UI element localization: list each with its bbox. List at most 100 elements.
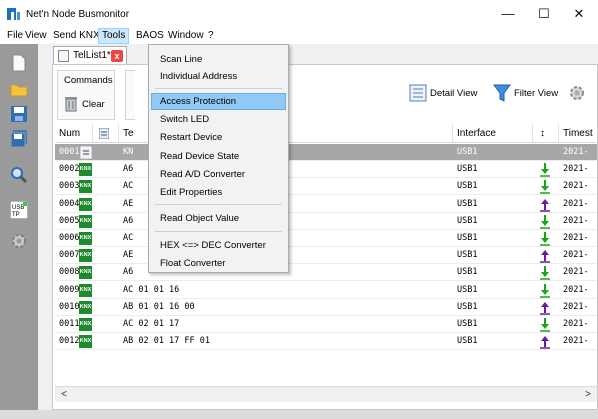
menu-baos[interactable]: BAOS [133,28,167,44]
table-row[interactable]: 0012 KNX AB 02 01 17 FF 01 USB1 2021- [55,333,597,351]
table-row[interactable]: 0005 KNX A6 USB1 2021- [55,213,597,230]
menu-item-read-object-value[interactable]: Read Object Value [151,210,286,227]
close-window-button[interactable]: ✕ [562,4,596,24]
table-row[interactable]: 0006 KNX AC USB1 2021- [55,230,597,247]
row-telegram: AB 01 01 16 00 [123,301,195,312]
table-row[interactable]: 0004 KNX AE USB1 2021- [55,196,597,213]
menu-item-read-ad-converter[interactable]: Read A/D Converter [151,166,286,183]
knx-telegram-icon: KNX [79,335,92,349]
row-interface: USB1 [457,284,478,295]
status-bar [0,410,598,419]
row-interface: USB1 [457,267,478,278]
menu-item-hex-dec-converter[interactable]: HEX <=> DEC Converter [151,237,286,254]
menu-view[interactable]: View [22,28,50,44]
options-gear-icon[interactable] [568,84,586,102]
save-icon[interactable] [10,105,28,123]
menu-item-access-protection[interactable]: Access Protection [151,93,286,110]
open-folder-icon[interactable] [10,81,28,99]
arrow-down-icon [540,163,550,177]
table-row[interactable]: 0010 KNX AB 01 01 16 00 USB1 2021- [55,299,597,316]
telegram-grid: Num Te Interface ↕ Timest 0001 KN USB1 2021… [55,124,597,384]
knx-telegram-icon: KNX [79,232,92,245]
knx-telegram-icon: KNX [79,197,92,211]
knx-telegram-icon: KNX [79,300,92,314]
commands-group: Commands Clear [57,70,115,120]
arrow-down-icon [540,283,550,298]
menu-bar: File View Send KNX Tools BAOS Window ? [0,28,598,44]
menu-item-restart-device[interactable]: Restart Device [151,129,286,146]
row-interface: USB1 [457,181,478,192]
menu-help[interactable]: ? [205,28,217,44]
row-timestamp: 2021- [563,198,589,209]
scroll-left-arrow[interactable]: < [57,388,71,402]
menu-send-knx[interactable]: Send KNX [50,28,103,44]
row-interface: USB1 [457,250,478,261]
table-row[interactable]: 0011 KNX AC 02 01 17 USB1 2021- [55,316,597,333]
menu-separator [155,231,282,232]
trash-icon [65,97,77,112]
table-row[interactable]: 0003 KNX AC USB1 2021- [55,178,597,196]
row-timestamp: 2021- [563,181,589,192]
col-interface-header[interactable]: Interface [453,124,533,143]
settings-gear-icon[interactable] [10,232,28,250]
row-interface: USB1 [457,336,478,347]
table-row[interactable]: 0008 KNX A6 USB1 2021- [55,264,597,282]
filter-view-button[interactable]: Filter View [493,81,559,105]
arrow-down-icon [540,232,550,246]
menu-item-switch-led[interactable]: Switch LED [151,111,286,128]
clear-button[interactable]: Clear [62,93,110,115]
type-column-icon [99,128,109,139]
svg-text:TP: TP [12,212,20,218]
search-icon[interactable] [10,166,28,184]
table-row[interactable]: 0007 KNX AE USB1 2021- [55,247,597,265]
knx-telegram-icon: KNX [79,180,92,194]
col-direction-header[interactable]: ↕ [533,124,559,143]
detail-view-label: Detail View [430,88,478,99]
row-timestamp: 2021- [563,267,589,278]
row-interface: USB1 [457,233,478,243]
menu-item-edit-properties[interactable]: Edit Properties [151,184,286,201]
menu-window[interactable]: Window [165,28,207,44]
menu-item-individual-address[interactable]: Individual Address [151,68,286,85]
second-command-group [125,70,135,120]
menu-item-float-converter[interactable]: Float Converter [151,255,286,272]
bus-device-icon [80,146,92,159]
row-timestamp: 2021- [563,301,589,312]
save-all-icon[interactable] [10,130,28,148]
menu-tools[interactable]: Tools [98,28,130,44]
row-timestamp: 2021- [563,336,589,347]
row-interface: USB1 [457,147,478,157]
arrow-up-icon [540,198,550,212]
arrow-down-icon [540,266,550,281]
list-document-icon [58,50,69,62]
knx-telegram-icon: KNX [79,266,92,280]
horizontal-scrollbar[interactable]: < > [55,386,597,402]
col-timestamp-header[interactable]: Timest [559,124,597,143]
col-type-header[interactable] [93,124,119,143]
tab-tellist1[interactable]: TelList1* x [53,46,127,64]
table-row[interactable]: 0002 KNX A6 USB1 2021- [55,161,597,179]
maximize-button[interactable]: ☐ [527,4,561,24]
arrow-up-icon [540,336,550,349]
row-interface: USB1 [457,319,478,329]
row-timestamp: 2021- [563,319,589,329]
scroll-right-arrow[interactable]: > [581,388,595,402]
menu-item-read-device-state[interactable]: Read Device State [151,148,286,165]
menu-separator [155,204,282,205]
col-num-header[interactable]: Num [55,124,93,143]
new-document-icon[interactable] [10,54,28,72]
row-timestamp: 2021- [563,164,589,175]
minimize-button[interactable]: — [491,4,525,24]
table-row[interactable]: 0009 KNX AC 01 01 16 USB1 2021- [55,282,597,299]
row-telegram: AC 02 01 17 [123,319,180,329]
usb-tp-interface-icon[interactable]: USB TP [10,201,28,219]
left-toolbar: USB TP [0,44,38,410]
tab-label: TelList1* [73,50,111,61]
row-telegram: AC 01 01 16 [123,284,180,295]
arrow-up-icon [540,250,550,263]
detail-view-button[interactable]: Detail View [409,81,477,105]
window-title: Net'n Node Busmonitor [26,9,130,20]
table-row[interactable]: 0001 KN USB1 2021- [55,144,597,161]
tab-close-icon[interactable]: x [111,50,123,62]
menu-item-scan-line[interactable]: Scan Line [151,51,286,68]
